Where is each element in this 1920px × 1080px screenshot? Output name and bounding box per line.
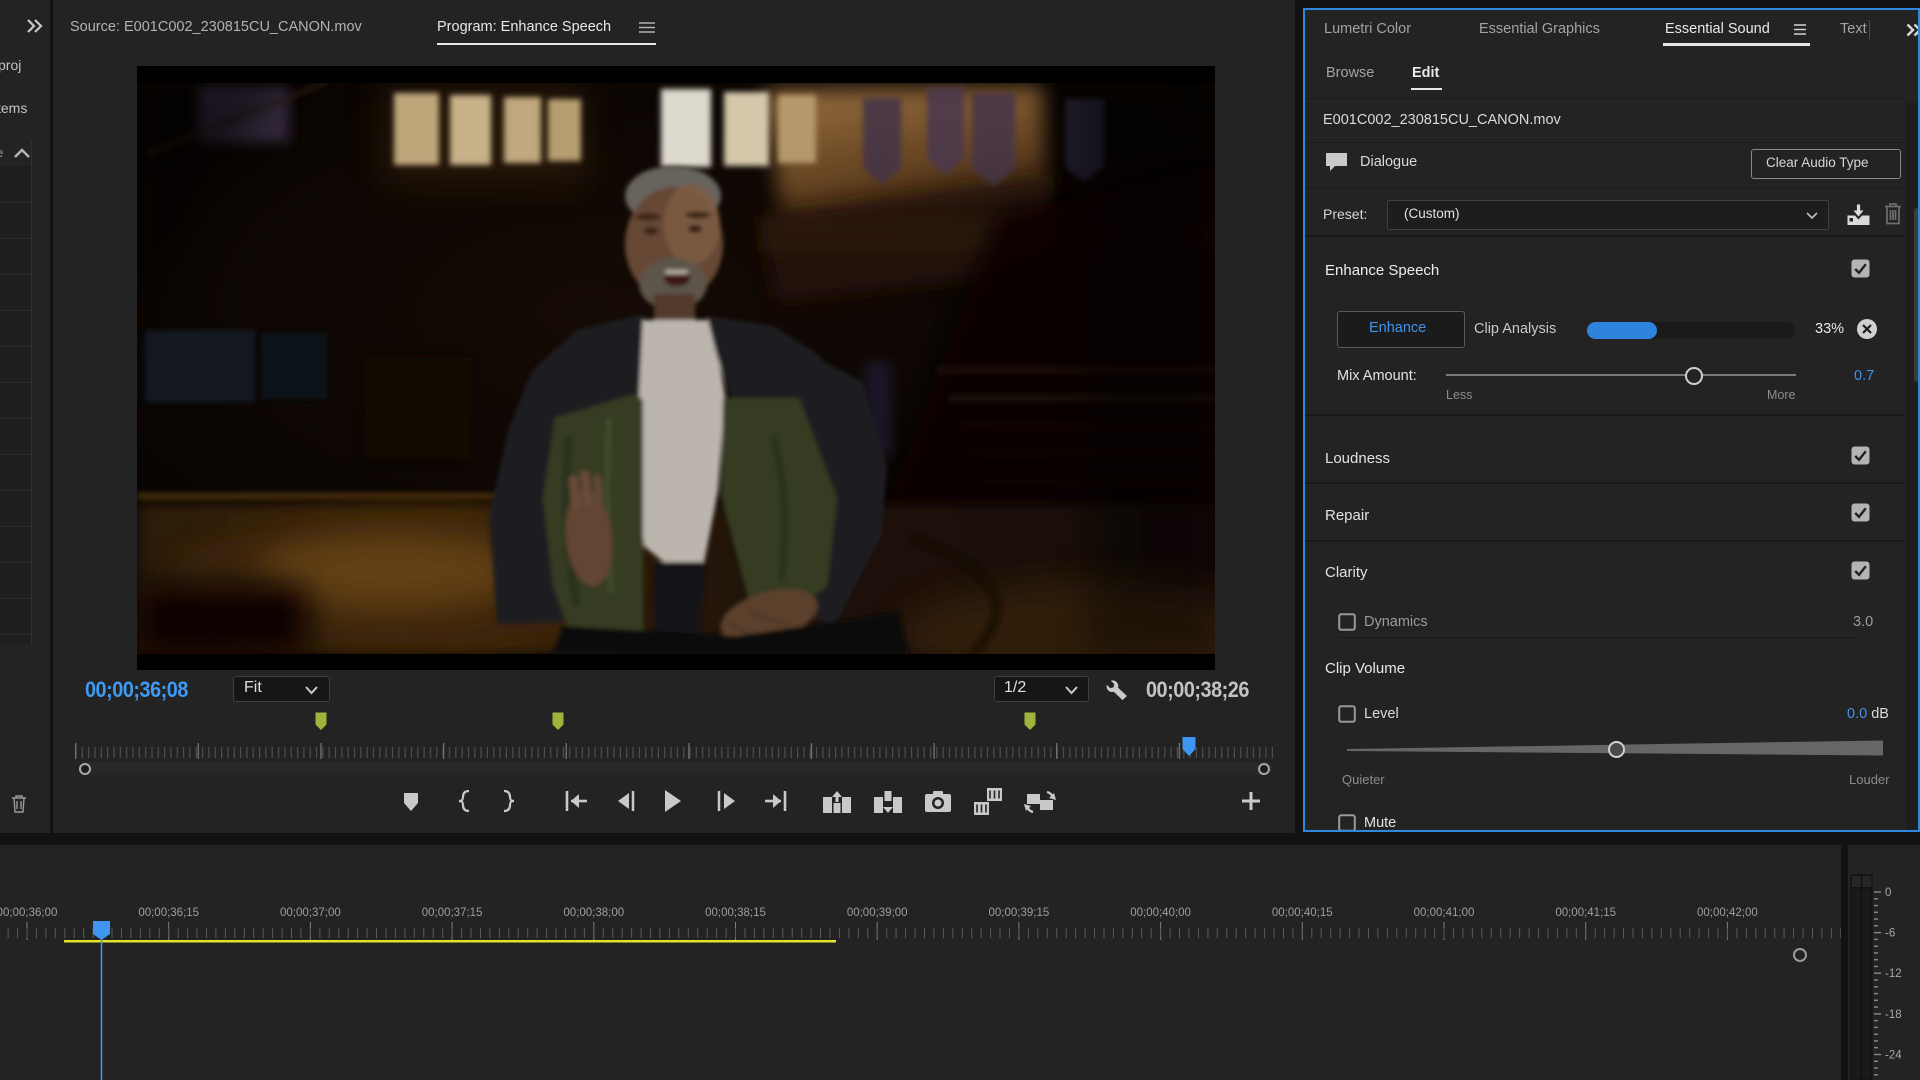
svg-text:00;00;41;00: 00;00;41;00	[1414, 907, 1475, 919]
svg-text:00;00;36;15: 00;00;36;15	[138, 907, 199, 919]
svg-text:-6: -6	[1885, 928, 1895, 940]
svg-text:00;00;36;00: 00;00;36;00	[0, 907, 57, 919]
svg-text:00;00;38;15: 00;00;38;15	[705, 907, 766, 919]
svg-text:00;00;37;15: 00;00;37;15	[422, 907, 483, 919]
svg-text:00;00;39;00: 00;00;39;00	[847, 907, 908, 919]
svg-text:00;00;41;15: 00;00;41;15	[1555, 907, 1616, 919]
svg-text:-24: -24	[1885, 1050, 1902, 1062]
svg-text:00;00;37;00: 00;00;37;00	[280, 907, 341, 919]
svg-text:00;00;40;15: 00;00;40;15	[1272, 907, 1333, 919]
svg-text:00;00;40;00: 00;00;40;00	[1130, 907, 1191, 919]
svg-text:-18: -18	[1885, 1009, 1902, 1021]
svg-text:00;00;38;00: 00;00;38;00	[563, 907, 624, 919]
svg-text:00;00;42;00: 00;00;42;00	[1697, 907, 1758, 919]
svg-text:00;00;39;15: 00;00;39;15	[989, 907, 1050, 919]
svg-text:0: 0	[1885, 887, 1891, 899]
svg-text:-12: -12	[1885, 968, 1902, 980]
